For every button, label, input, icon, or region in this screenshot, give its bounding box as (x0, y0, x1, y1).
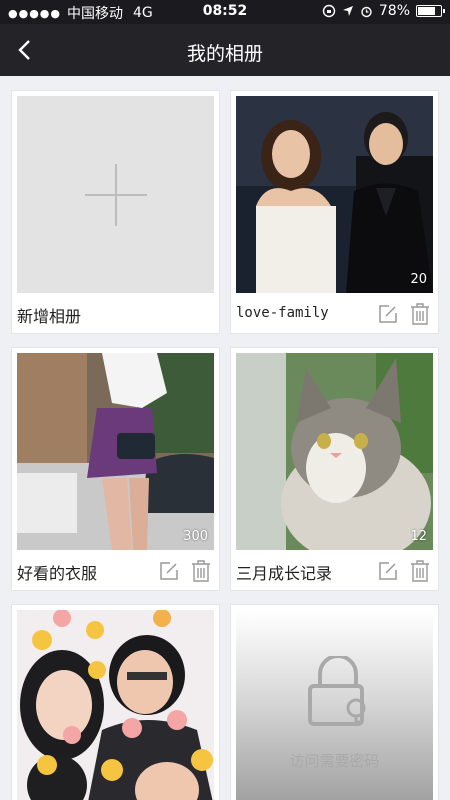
photo-count: 300 (183, 529, 208, 544)
album-cover-image[interactable]: 20 (236, 96, 433, 293)
edit-button[interactable] (159, 560, 179, 582)
cat-photo (236, 353, 433, 550)
battery-icon (416, 5, 445, 17)
photo-count: 12 (410, 529, 427, 544)
locked-album-cover[interactable]: 访问需要密码 (236, 610, 433, 800)
album-cover-image[interactable]: 12 (236, 353, 433, 550)
album-card[interactable] (11, 604, 220, 800)
album-card[interactable]: 300 好看的衣服 (11, 347, 220, 591)
alarm-icon (361, 6, 372, 17)
album-card[interactable]: 20 love-family (230, 90, 439, 334)
album-card[interactable]: 12 三月成长记录 (230, 347, 439, 591)
photo-count: 20 (410, 272, 427, 287)
add-album-thumb[interactable] (17, 96, 214, 293)
trash-icon (411, 560, 429, 582)
trash-icon (192, 560, 210, 582)
lock-message: 访问需要密码 (289, 752, 380, 770)
clothes-photo (17, 353, 214, 550)
album-name: love-family (236, 305, 329, 321)
battery-percent: 78% (378, 3, 410, 19)
album-cover-image[interactable]: 300 (17, 353, 214, 550)
album-name: 三月成长记录 (236, 564, 333, 583)
rotation-lock-icon (322, 4, 336, 18)
family-photo (17, 610, 214, 800)
location-arrow-icon (342, 6, 353, 16)
album-cover-image[interactable] (17, 610, 214, 800)
edit-icon (160, 562, 178, 580)
edit-button[interactable] (378, 303, 398, 325)
edit-icon (379, 562, 397, 580)
trash-icon (411, 303, 429, 325)
delete-button[interactable] (410, 303, 430, 325)
page-title: 我的相册 (186, 43, 263, 65)
delete-button[interactable] (191, 560, 211, 582)
lock-icon (308, 654, 366, 726)
delete-button[interactable] (410, 560, 430, 582)
album-name: 好看的衣服 (17, 564, 98, 583)
album-name: 新增相册 (17, 307, 82, 326)
edit-button[interactable] (378, 560, 398, 582)
add-album-card[interactable]: 新增相册 (11, 90, 220, 334)
status-bar: ●●●●● 中国移动 4G 08:52 78% (0, 0, 450, 24)
plus-icon (84, 163, 147, 226)
nav-bar: 我的相册 (0, 24, 450, 76)
locked-album-card[interactable]: 访问需要密码 (230, 604, 439, 800)
couple-photo (236, 96, 433, 293)
edit-icon (379, 305, 397, 323)
